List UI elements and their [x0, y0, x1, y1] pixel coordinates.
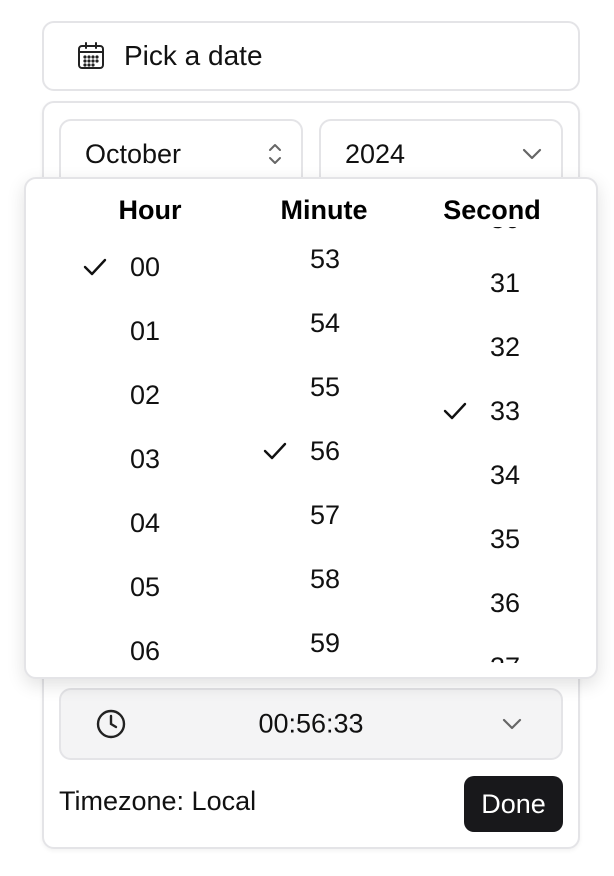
minute-option-label: 55: [310, 371, 341, 402]
minute-option[interactable]: 53: [246, 227, 416, 291]
date-picker-trigger[interactable]: Pick a date: [42, 21, 580, 91]
second-option[interactable]: 30: [426, 227, 596, 251]
second-option-label: 31: [490, 267, 521, 298]
time-value: 00:56:33: [258, 708, 364, 739]
chevron-down-icon: [521, 147, 543, 161]
check-icon: [82, 256, 108, 278]
second-option-label: 34: [490, 459, 521, 490]
time-picker-popover: Hour Minute Second 00 01 02 03 04 05 06 53 54 55…: [24, 177, 598, 679]
hour-option-label: 04: [130, 507, 161, 538]
minute-option[interactable]: 56: [246, 419, 416, 483]
minute-option-label: 54: [310, 307, 341, 338]
second-option[interactable]: 35: [426, 507, 596, 571]
second-option-label: 33: [490, 395, 521, 426]
minute-option[interactable]: 57: [246, 483, 416, 547]
hour-option[interactable]: 01: [66, 299, 236, 363]
hour-option-label: 05: [130, 571, 161, 602]
minute-option-label: 53: [310, 243, 341, 274]
minute-option[interactable]: 59: [246, 611, 416, 663]
hour-option-label: 02: [130, 379, 161, 410]
minute-option-label: 57: [310, 499, 341, 530]
second-column-header: Second: [434, 195, 550, 225]
second-option[interactable]: 31: [426, 251, 596, 315]
time-picker-trigger[interactable]: 00:56:33: [59, 688, 563, 760]
minute-option[interactable]: 58: [246, 547, 416, 611]
hour-option[interactable]: 04: [66, 491, 236, 555]
hour-option-label: 00: [130, 251, 161, 282]
second-option[interactable]: 36: [426, 571, 596, 635]
hour-option[interactable]: 06: [66, 619, 236, 664]
second-option[interactable]: 37: [426, 635, 596, 664]
minute-column[interactable]: 53 54 55 56 57 58 59: [246, 227, 416, 663]
check-icon: [442, 400, 468, 422]
done-button[interactable]: Done: [464, 776, 563, 832]
minute-column-header: Minute: [270, 195, 378, 225]
hour-option-label: 01: [130, 315, 161, 346]
hour-column[interactable]: 00 01 02 03 04 05 06: [66, 227, 236, 663]
minute-option-label: 56: [310, 435, 341, 466]
second-option-label: 30: [490, 227, 520, 235]
minute-option[interactable]: 54: [246, 291, 416, 355]
minute-option[interactable]: 55: [246, 355, 416, 419]
calendar-icon: [76, 41, 106, 71]
timezone-label: Timezone: Local: [59, 786, 257, 816]
minute-option-label: 59: [310, 627, 341, 658]
hour-option-label: 06: [130, 635, 161, 664]
second-option[interactable]: 34: [426, 443, 596, 507]
second-column[interactable]: 30 31 32 33 34 35 36 37: [426, 227, 596, 663]
year-select-value: 2024: [345, 138, 406, 169]
second-option[interactable]: 33: [426, 379, 596, 443]
hour-option[interactable]: 03: [66, 427, 236, 491]
second-option-label: 36: [490, 587, 521, 618]
hour-option[interactable]: 00: [66, 235, 236, 299]
hour-column-header: Hour: [118, 195, 182, 225]
second-option-label: 35: [490, 523, 521, 554]
hour-option[interactable]: 02: [66, 363, 236, 427]
check-icon: [262, 440, 288, 462]
second-option-label: 32: [490, 331, 521, 362]
second-option-label: 37: [490, 652, 520, 664]
chevron-down-icon: [501, 717, 523, 731]
hour-option[interactable]: 05: [66, 555, 236, 619]
chevron-up-down-icon: [267, 141, 283, 167]
month-select-value: October: [85, 138, 182, 169]
hour-option-label: 03: [130, 443, 161, 474]
minute-option-label: 58: [310, 563, 341, 594]
date-trigger-label: Pick a date: [124, 40, 263, 71]
second-option[interactable]: 32: [426, 315, 596, 379]
